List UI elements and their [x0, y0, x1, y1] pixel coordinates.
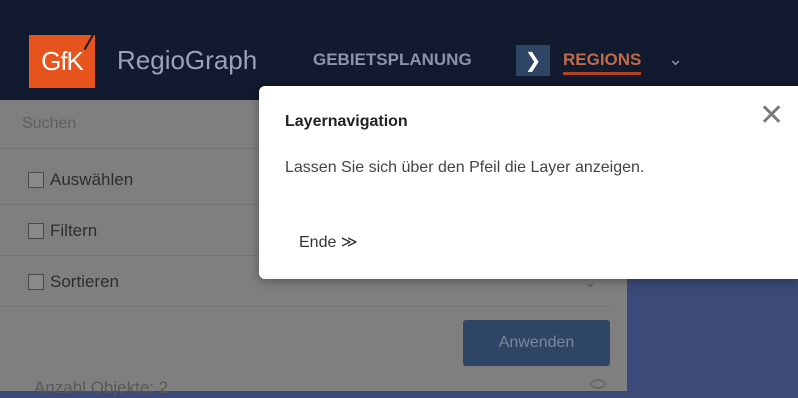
search-input[interactable]: Suchen [0, 115, 76, 133]
eye-icon[interactable] [590, 379, 606, 389]
breadcrumb-regions[interactable]: REGIONS [563, 50, 642, 75]
end-tour-button[interactable]: Ende ≫ [299, 232, 358, 252]
popover-title: Layernavigation [285, 113, 408, 130]
filter-label: Filtern [50, 221, 98, 240]
logo-slash-icon [83, 29, 97, 51]
chevron-right-icon[interactable]: ❯ [516, 45, 550, 76]
sort-label: Sortieren [50, 272, 119, 291]
select-checkbox[interactable] [28, 172, 44, 188]
popover-body: Lassen Sie sich über den Pfeil die Layer… [285, 159, 645, 176]
close-icon[interactable]: ✕ [759, 101, 784, 131]
filter-checkbox[interactable] [28, 223, 44, 239]
apply-button[interactable]: Anwenden [463, 320, 610, 366]
select-label: Auswählen [50, 170, 134, 189]
object-count: Anzahl Objekte: 2 [34, 378, 169, 397]
layer-navigation-popover: Layernavigation ✕ Lassen Sie sich über d… [259, 86, 798, 279]
logo-text: GfK [41, 46, 84, 76]
sort-checkbox[interactable] [28, 274, 44, 290]
app-name: RegioGraph [117, 45, 258, 75]
breadcrumb-gebietsplanung[interactable]: GEBIETSPLANUNG [313, 50, 472, 70]
gfk-logo[interactable]: GfK [29, 29, 97, 88]
app-header: GfK RegioGraph GEBIETSPLANUNG ❯ REGIONS … [0, 0, 798, 100]
chevron-down-icon[interactable]: ⌄ [668, 49, 683, 70]
